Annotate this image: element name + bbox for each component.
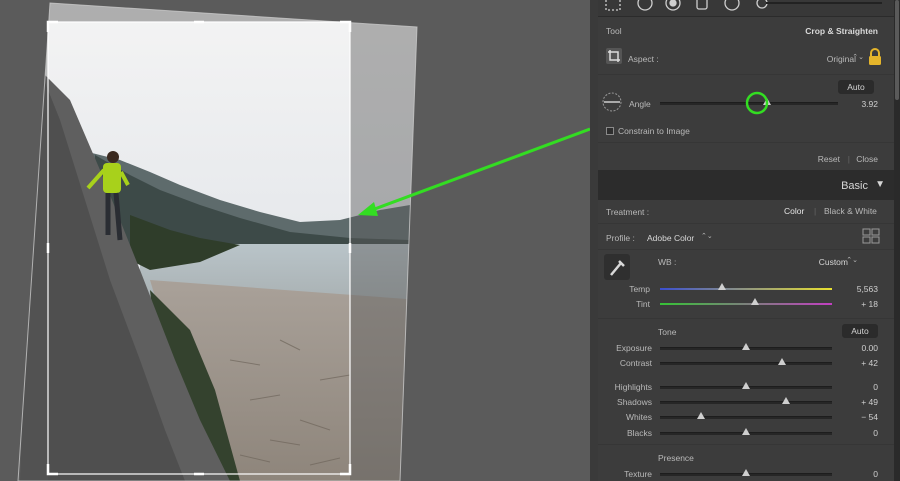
treatment-bw-option[interactable]: Black & White [824,206,877,216]
angle-highlight-circle [745,91,769,115]
aspect-dropdown-chevron-icon[interactable]: ⌃⌄ [852,53,864,61]
develop-panel: Tool Crop & Straighten Aspect : Original… [598,0,894,481]
texture-label: Texture [624,469,652,479]
highlights-label: Highlights [614,382,652,392]
panel-scrollbar[interactable] [894,0,900,481]
tool-strip [598,0,894,16]
texture-value[interactable]: 0 [873,469,878,479]
shadows-slider-track[interactable] [660,401,832,404]
exposure-value[interactable]: 0.00 [861,343,878,353]
wb-dropdown[interactable]: Custom [819,257,848,267]
blacks-slider-thumb[interactable] [742,428,750,435]
tone-label: Tone [658,327,677,337]
tool-label: Tool [606,26,622,36]
contrast-slider-track[interactable] [660,362,832,365]
treatment-label: Treatment : [606,207,650,217]
tool-name: Crop & Straighten [805,26,878,36]
contrast-label: Contrast [619,358,652,368]
temp-slider-track[interactable] [660,288,832,290]
treatment-divider: | [814,206,817,216]
angle-value[interactable]: 3.92 [861,99,878,109]
panel-separator [590,0,598,481]
shadows-value[interactable]: + 49 [861,397,878,407]
crop-mask [350,22,417,481]
wb-label: WB : [658,257,677,267]
whites-label: Whites [626,412,652,422]
crop-tool-icon[interactable] [605,0,621,11]
contrast-slider-thumb[interactable] [778,358,787,365]
texture-slider-thumb[interactable] [742,469,750,476]
tint-label: Tint [636,299,650,309]
close-button[interactable]: Close [856,154,878,164]
collapse-triangle-icon[interactable]: ▼ [875,179,885,190]
brush-icon[interactable] [756,0,768,9]
angle-label: Angle [629,99,651,109]
tint-slider-thumb[interactable] [750,298,759,305]
whites-value[interactable]: − 54 [861,412,878,422]
temp-value[interactable]: 5,563 [857,284,878,294]
highlights-slider-thumb[interactable] [742,382,750,389]
presence-label: Presence [658,453,694,463]
radial-filter-icon[interactable] [724,0,740,11]
treatment-color-option[interactable]: Color [784,206,804,216]
basic-header[interactable]: Basic ▼ [598,170,894,200]
image-canvas[interactable] [0,0,590,481]
contrast-value[interactable]: + 42 [861,358,878,368]
temp-label: Temp [629,284,650,294]
profile-browser-grid-icon[interactable] [862,228,880,244]
constrain-checkbox[interactable] [606,127,614,135]
shadows-label: Shadows [617,397,652,407]
whites-slider-thumb[interactable] [697,412,706,419]
wb-chevron-icon[interactable]: ⌃⌄ [846,256,858,264]
reset-button[interactable]: Reset [818,154,840,164]
exposure-label: Exposure [616,343,652,353]
crop-preview[interactable] [0,0,590,481]
basic-title: Basic [841,180,868,192]
tint-slider-track[interactable] [660,303,832,305]
constrain-label: Constrain to Image [618,126,690,136]
temp-slider-thumb[interactable] [717,283,726,290]
straighten-level-icon[interactable] [601,91,623,113]
reset-close-divider: | [847,154,850,164]
exposure-slider-thumb[interactable] [742,343,750,350]
spot-removal-icon[interactable] [637,0,653,11]
tint-value[interactable]: + 18 [861,299,878,309]
whites-slider-track[interactable] [660,416,832,419]
lock-icon[interactable] [868,48,882,66]
tone-auto-button[interactable]: Auto [842,324,878,338]
blacks-label: Blacks [626,428,652,438]
aspect-crop-icon[interactable] [604,46,624,66]
profile-label: Profile : [606,233,635,243]
profile-chevron-icon[interactable]: ⌃⌄ [701,232,713,240]
photo [18,3,417,481]
graduated-filter-icon[interactable] [696,0,708,10]
aspect-label: Aspect : [628,54,659,64]
straighten-auto-button[interactable]: Auto [838,80,874,94]
blacks-value[interactable]: 0 [873,428,878,438]
profile-dropdown[interactable]: Adobe Color [647,233,694,243]
wb-eyedropper-icon[interactable] [604,254,630,280]
highlights-value[interactable]: 0 [873,382,878,392]
shadows-slider-thumb[interactable] [781,397,790,404]
